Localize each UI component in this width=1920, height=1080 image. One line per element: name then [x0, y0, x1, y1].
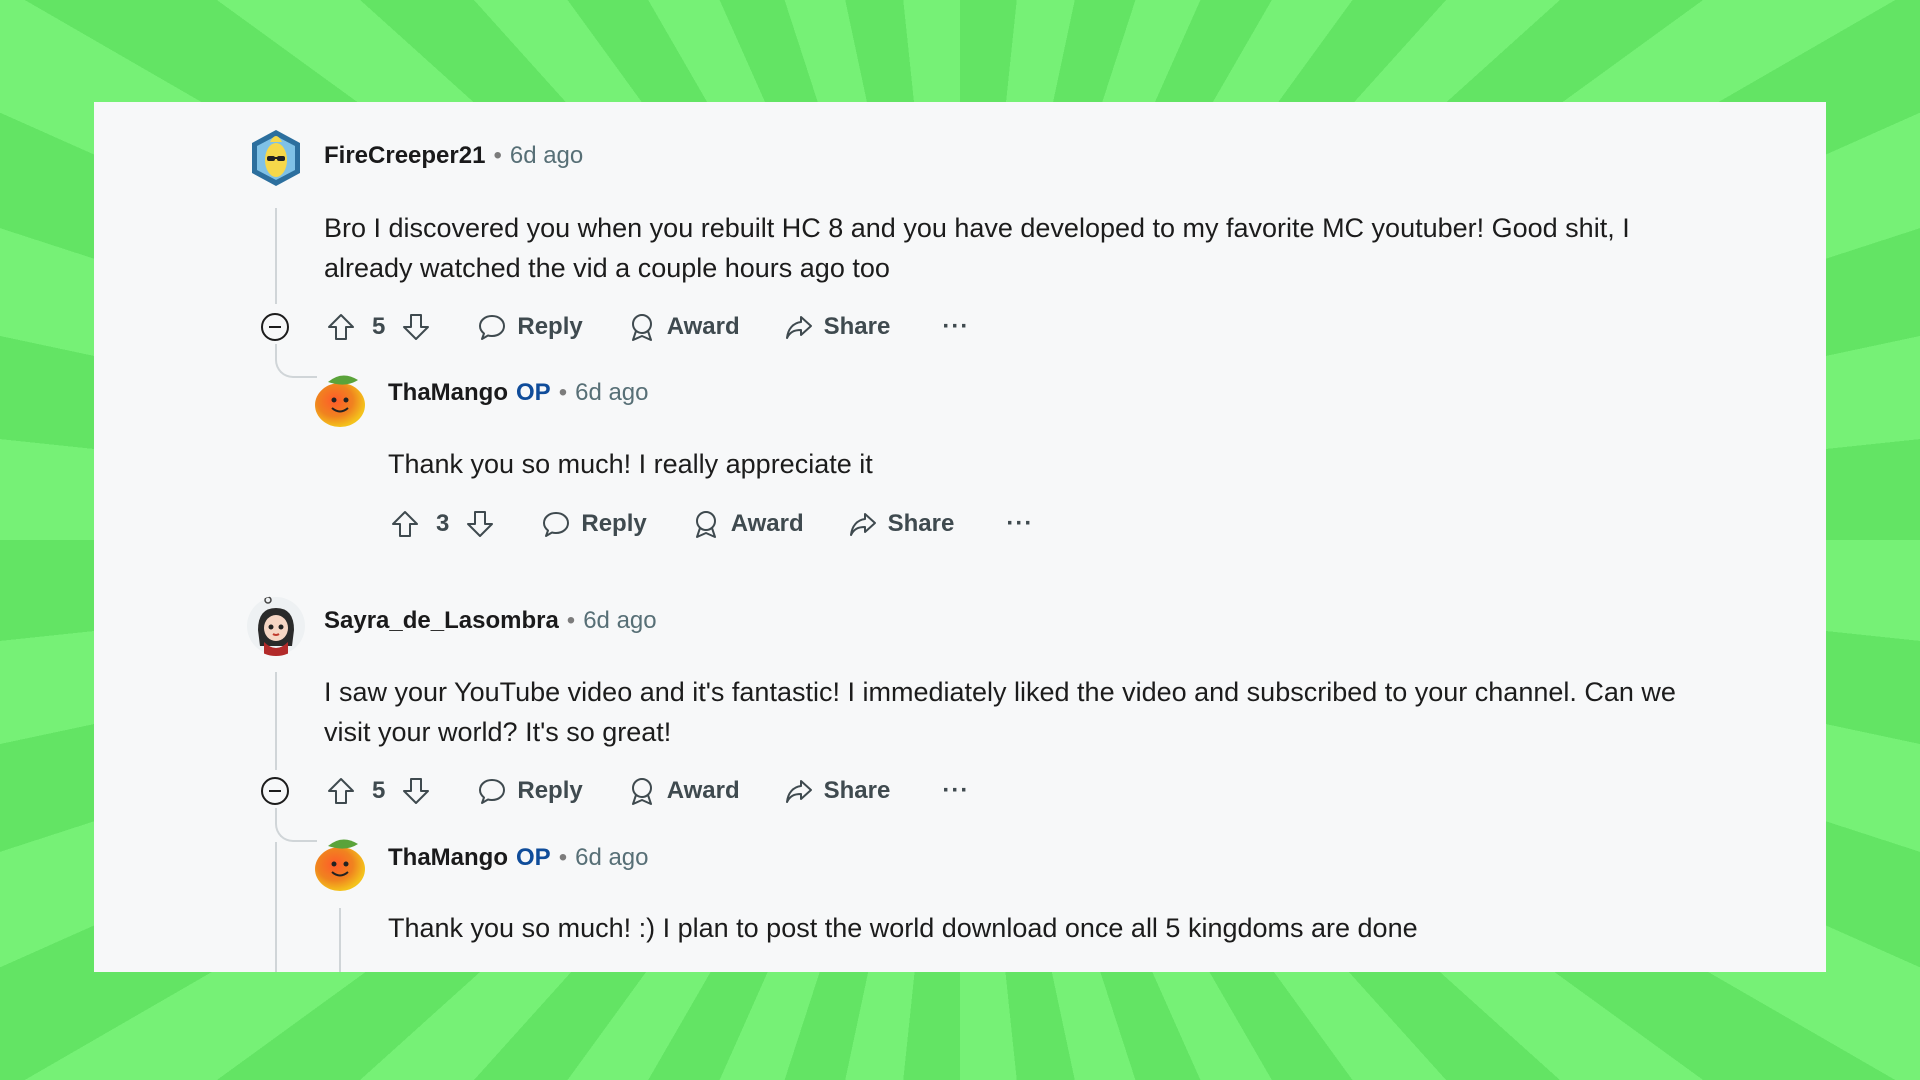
downvote-icon[interactable]: [463, 507, 497, 541]
collapse-thread-icon[interactable]: [260, 776, 290, 806]
reply-button[interactable]: Reply: [477, 776, 583, 806]
thread-line[interactable]: [339, 908, 341, 972]
comment-actions: 3 Reply Award Share ···: [388, 502, 1033, 546]
username[interactable]: Sayra_de_Lasombra: [324, 607, 559, 634]
thread-line[interactable]: [275, 842, 277, 972]
mango-avatar-icon: [315, 839, 365, 891]
avatar[interactable]: [246, 128, 306, 188]
comment-body: Bro I discovered you when you rebuilt HC…: [324, 213, 1630, 283]
more-options-button[interactable]: ···: [942, 777, 969, 805]
share-label: Share: [823, 777, 891, 804]
share-button[interactable]: Share: [784, 776, 891, 806]
op-flair: OP: [516, 844, 551, 871]
comment-bubble-icon: [479, 779, 506, 804]
avatar[interactable]: [310, 834, 370, 894]
thread-line[interactable]: [275, 208, 277, 304]
separator-dot: •: [566, 607, 576, 634]
timestamp[interactable]: 6d ago: [583, 607, 656, 634]
timestamp[interactable]: 6d ago: [575, 379, 648, 406]
collapse-thread-icon[interactable]: [260, 312, 290, 342]
thread-line[interactable]: [275, 672, 277, 770]
comment-bubble-icon: [479, 315, 506, 340]
comment-meta: FireCreeper21 • 6d ago: [324, 142, 583, 170]
separator-dot: •: [558, 844, 568, 871]
vote-count: 3: [436, 510, 450, 537]
comment-actions: 5 Reply Award Share ···: [324, 769, 969, 813]
share-icon: [785, 316, 812, 339]
username[interactable]: FireCreeper21: [324, 142, 485, 169]
reply-label: Reply: [581, 510, 647, 537]
share-button[interactable]: Share: [784, 312, 891, 342]
separator-dot: •: [493, 142, 502, 169]
downvote-icon[interactable]: [399, 310, 433, 344]
share-icon: [785, 780, 812, 803]
comment-body: I saw your YouTube video and it's fantas…: [324, 677, 1676, 747]
share-icon: [849, 513, 876, 536]
reply-connector: [275, 344, 317, 378]
downvote-icon[interactable]: [399, 774, 433, 808]
award-icon: [631, 778, 652, 805]
comment-body: Thank you so much! :) I plan to post the…: [388, 913, 1418, 943]
comment-actions: 5 Reply Award Share ···: [324, 305, 969, 349]
comment-bubble-icon: [543, 512, 570, 537]
timestamp[interactable]: 6d ago: [510, 142, 583, 169]
upvote-icon[interactable]: [388, 507, 422, 541]
comment-meta: ThaMango OP • 6d ago: [388, 844, 649, 872]
comment-meta: Sayra_de_Lasombra • 6d ago: [324, 607, 657, 635]
award-button[interactable]: Award: [691, 509, 804, 539]
banana-character-avatar-icon: [252, 130, 300, 186]
award-label: Award: [730, 510, 804, 537]
award-label: Award: [666, 777, 740, 804]
comment-body: Thank you so much! I really appreciate i…: [388, 449, 873, 479]
more-options-button[interactable]: ···: [1006, 510, 1033, 538]
award-button[interactable]: Award: [627, 776, 740, 806]
award-icon: [631, 314, 652, 341]
reply-connector: [275, 808, 317, 842]
share-button[interactable]: Share: [848, 509, 955, 539]
avatar[interactable]: [310, 370, 370, 430]
girl-character-avatar-icon: [247, 596, 305, 656]
vote-count: 5: [372, 777, 386, 804]
op-flair: OP: [516, 379, 551, 406]
timestamp[interactable]: 6d ago: [575, 844, 648, 871]
username[interactable]: ThaMango: [388, 379, 508, 406]
award-button[interactable]: Award: [627, 312, 740, 342]
separator-dot: •: [558, 379, 568, 406]
reply-label: Reply: [517, 777, 583, 804]
share-label: Share: [887, 510, 955, 537]
mango-avatar-icon: [315, 375, 365, 427]
comment-meta: ThaMango OP • 6d ago: [388, 379, 649, 407]
reply-button[interactable]: Reply: [477, 312, 583, 342]
avatar[interactable]: [246, 596, 306, 656]
upvote-icon[interactable]: [324, 310, 358, 344]
vote-count: 5: [372, 313, 386, 340]
comments-panel: FireCreeper21 • 6d ago Bro I discovered yo…: [94, 102, 1826, 972]
award-label: Award: [666, 313, 740, 340]
award-icon: [695, 511, 716, 538]
more-options-button[interactable]: ···: [942, 313, 969, 341]
share-label: Share: [823, 313, 891, 340]
reply-label: Reply: [517, 313, 583, 340]
upvote-icon[interactable]: [324, 774, 358, 808]
username[interactable]: ThaMango: [388, 844, 508, 871]
reply-button[interactable]: Reply: [541, 509, 647, 539]
